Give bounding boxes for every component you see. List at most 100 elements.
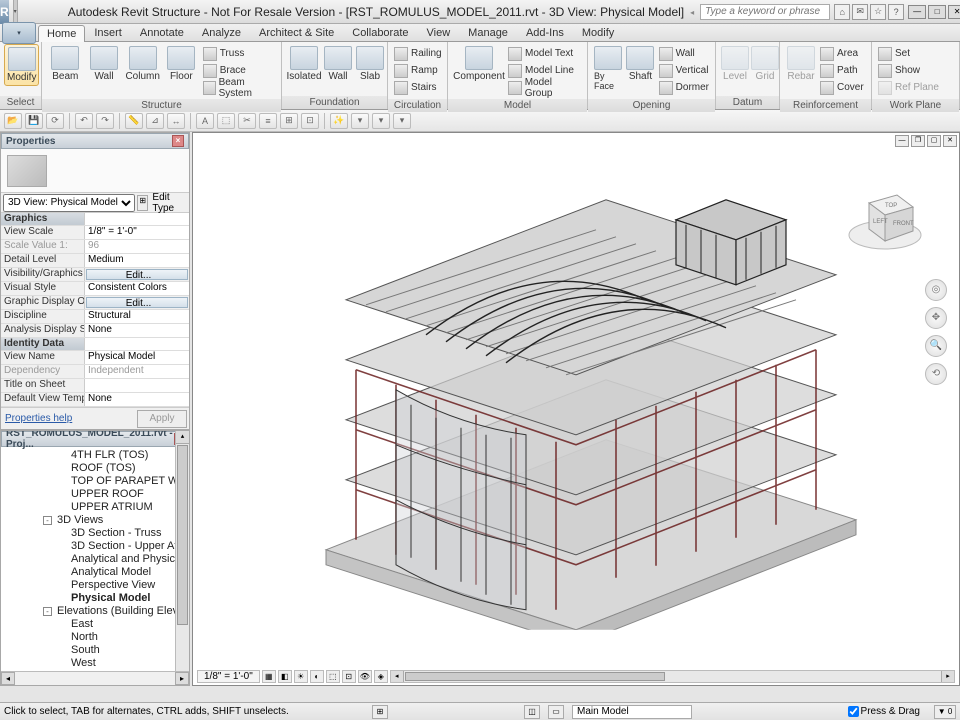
vertical-button[interactable]: Vertical [659,62,709,79]
redo-button[interactable]: ↷ [96,113,114,129]
tree-expand-icon[interactable]: - [43,516,52,525]
subscription-icon[interactable]: ⌂ [834,4,850,20]
hide-isolate-icon[interactable]: 👁 [358,670,372,683]
apply-button[interactable]: Apply [137,410,187,428]
tree-item[interactable]: 4TH FLR (TOS) [1,449,189,462]
tab-analyze[interactable]: Analyze [193,24,250,41]
view-name-value[interactable]: Physical Model [85,351,189,364]
editable-only-icon[interactable]: ◫ [524,705,540,719]
press-drag-checkbox[interactable] [848,706,859,717]
align-button[interactable]: ⊿ [146,113,164,129]
edit-type-icon[interactable]: ⊞ [137,195,148,211]
save-button[interactable]: 💾 [25,113,43,129]
open-button[interactable]: 📂 [4,113,22,129]
edit-type-button[interactable]: Edit Type [150,192,187,214]
visual-style-icon[interactable]: ◧ [278,670,292,683]
visibility-edit-button[interactable]: Edit... [86,269,188,280]
drop2-button[interactable]: ▾ [372,113,390,129]
beam-button[interactable]: Beam [46,44,85,84]
dim-button[interactable]: ↔ [167,113,185,129]
modify-button[interactable]: Modify [4,44,39,86]
recent-arrow-icon[interactable]: ◂ [690,8,694,16]
floor-button[interactable]: Floor [162,44,201,84]
tree-item[interactable]: 3D Views- [1,514,189,527]
component-button[interactable]: Component [452,44,506,84]
scale-display[interactable]: 1/8" = 1'-0" [197,670,260,683]
tab-home[interactable]: Home [38,25,85,42]
detail-level-value[interactable]: Medium [85,254,189,267]
close-button[interactable]: ✕ [948,5,960,19]
dormer-button[interactable]: Dormer [659,79,709,96]
tree-item[interactable]: UPPER ATRIUM [1,501,189,514]
undo-button[interactable]: ↶ [75,113,93,129]
closewin-button[interactable]: ⊞ [280,113,298,129]
tree-item[interactable]: UPPER ROOF [1,488,189,501]
tree-item[interactable]: Analytical and Physical Mode [1,553,189,566]
column-button[interactable]: Column [123,44,162,84]
communication-icon[interactable]: ✉ [852,4,868,20]
properties-header[interactable]: Properties× [1,133,189,149]
rebar-button[interactable]: Rebar [784,44,818,84]
slab-button[interactable]: Slab [354,44,386,84]
tree-item[interactable]: North [1,631,189,644]
3dview-button[interactable]: ⬚ [217,113,235,129]
application-menu-button[interactable]: ▾ [2,22,36,44]
tab-addins[interactable]: Add-Ins [517,24,573,41]
tree-item[interactable]: 3D Section - Upper Atrium [1,540,189,553]
tree-item[interactable]: ROOF (TOS) [1,462,189,475]
section-button[interactable]: ✂ [238,113,256,129]
path-button[interactable]: Path [820,62,864,79]
worksets-icon[interactable]: ⊞ [372,705,388,719]
show-button[interactable]: Show [878,62,939,79]
tree-item[interactable]: TOP OF PARAPET WALL [1,475,189,488]
tree-item[interactable]: Physical Model [1,592,189,605]
view-scale-value[interactable]: 1/8" = 1'-0" [85,226,189,239]
filter-icon[interactable]: ▼ 0 [934,705,956,719]
tree-item[interactable]: East [1,618,189,631]
stairs-button[interactable]: Stairs [394,79,442,96]
analysis-display-value[interactable]: None [85,324,189,337]
view-minimize-button[interactable]: — [895,135,909,147]
zoom-button[interactable]: 🔍 [925,335,947,357]
properties-help-link[interactable]: Properties help [3,413,133,424]
tree-item[interactable]: Elevations (Building Elevation)- [1,605,189,618]
detail-level-icon[interactable]: ▦ [262,670,276,683]
browser-hscroll[interactable]: ◂▸ [1,671,189,685]
active-workset-icon[interactable]: ▭ [548,705,564,719]
foundation-wall-button[interactable]: Wall [322,44,354,84]
view-restore-button[interactable]: ❐ [911,135,925,147]
drop1-button[interactable]: ▾ [351,113,369,129]
favorites-icon[interactable]: ☆ [870,4,886,20]
tree-item[interactable]: 3D Section - Truss [1,527,189,540]
help-icon[interactable]: ? [888,4,904,20]
reveal-icon[interactable]: ◈ [374,670,388,683]
switch-button[interactable]: ⊡ [301,113,319,129]
tree-item[interactable]: Perspective View [1,579,189,592]
tab-view[interactable]: View [418,24,460,41]
shaft-button[interactable]: Shaft [624,44,656,84]
level-button[interactable]: Level [720,44,750,84]
shadows-icon[interactable]: ◐ [310,670,324,683]
ref-plane-button[interactable]: Ref Plane [878,79,939,96]
project-tree[interactable]: 4TH FLR (TOS)ROOF (TOS)TOP OF PARAPET WA… [1,447,189,686]
measure-button[interactable]: 📏 [125,113,143,129]
graphic-display-edit-button[interactable]: Edit... [86,297,188,308]
pan-button[interactable]: ✥ [925,307,947,329]
by-face-button[interactable]: By Face [592,44,624,93]
area-button[interactable]: Area [820,45,864,62]
tab-architect-site[interactable]: Architect & Site [250,24,343,41]
thinlines-button[interactable]: ≡ [259,113,277,129]
tree-item[interactable]: South [1,644,189,657]
highlight-button[interactable]: ✨ [330,113,348,129]
properties-close-icon[interactable]: × [172,135,184,147]
isolated-button[interactable]: Isolated [286,44,322,84]
browser-vscroll[interactable]: ▴ [175,431,189,671]
tab-manage[interactable]: Manage [459,24,517,41]
crop-icon[interactable]: ⬚ [326,670,340,683]
browser-header[interactable]: RST_ROMULUS_MODEL_2011.rvt - Proj...× [1,431,189,447]
cover-button[interactable]: Cover [820,79,864,96]
tab-collaborate[interactable]: Collaborate [343,24,417,41]
grid-button[interactable]: Grid [750,44,780,84]
maximize-button[interactable]: □ [928,5,946,19]
title-sheet-value[interactable] [85,379,189,392]
